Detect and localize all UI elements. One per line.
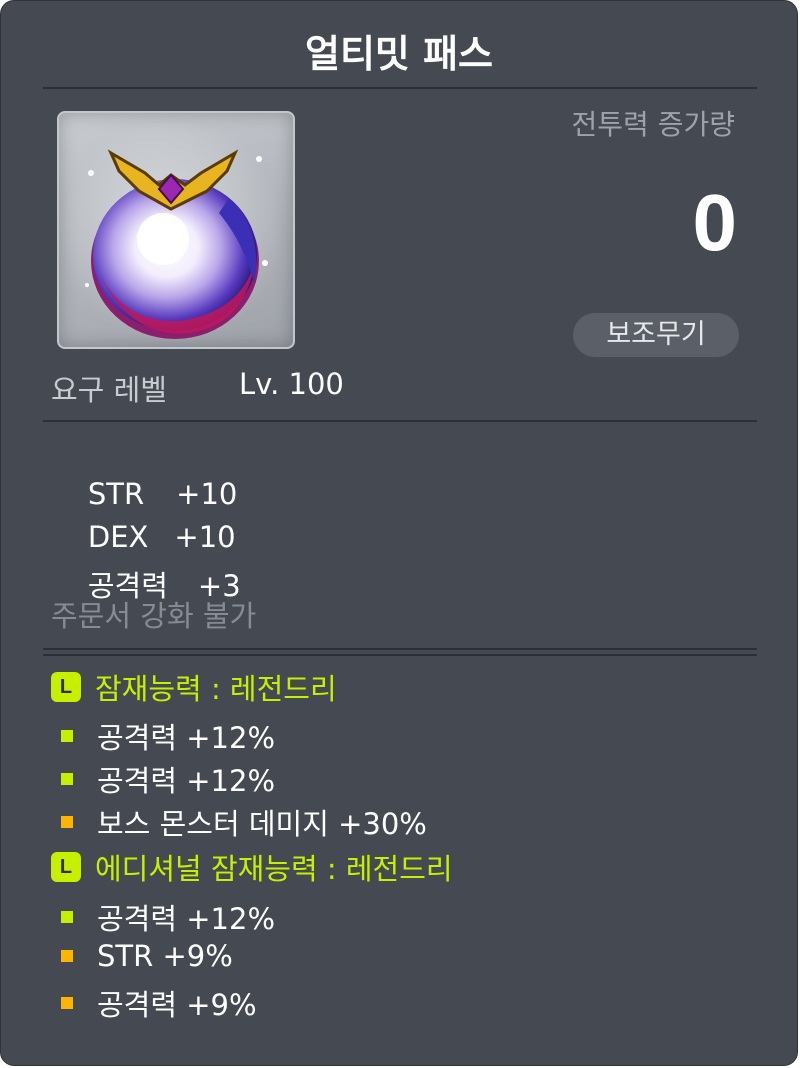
item-name: 얼티밋 패스 [304, 32, 494, 76]
combat-power-value: 0 [692, 178, 738, 267]
potential-divider-top [43, 648, 757, 650]
potential-line-text: 공격력 +12% [97, 721, 276, 755]
gold-bullet-icon [61, 816, 73, 828]
category-badge: 보조무기 [573, 313, 739, 357]
potential-header: L 잠재능력 : 레전드리 [51, 671, 337, 706]
ultimate-pass-orb-icon [59, 119, 283, 343]
green-bullet-icon [61, 730, 73, 742]
additional-potential-line: 공격력 +9% [61, 982, 257, 1024]
combat-power-label: 전투력 증가량 [571, 108, 735, 141]
potential-divider-bottom [43, 654, 757, 656]
additional-potential-line-text: 공격력 +12% [97, 902, 276, 936]
additional-potential-line-text: 공격력 +9% [97, 988, 257, 1022]
legendary-grade-icon: L [51, 672, 81, 702]
green-bullet-icon [61, 911, 73, 923]
legendary-grade-icon: L [51, 852, 81, 882]
item-tooltip: 얼티밋 패스 전투력 증가량 0 보조무기 요구 레벨 Lv. 100 STR … [0, 0, 798, 1066]
potential-line-text: 보스 몬스터 데미지 +30% [97, 807, 427, 841]
additional-potential-header: L 에디셔널 잠재능력 : 레전드리 [51, 851, 453, 886]
potential-line: 공격력 +12% [61, 715, 275, 757]
potential-line-text: 공격력 +12% [97, 764, 276, 798]
potential-line: 보스 몬스터 데미지 +30% [61, 801, 427, 843]
stats-divider [43, 420, 757, 422]
additional-potential-line: STR +9% [61, 939, 233, 973]
required-level-label: 요구 레벨 [51, 373, 167, 407]
additional-potential-line-text: STR +9% [97, 939, 233, 973]
additional-potential-line: 공격력 +12% [61, 896, 275, 938]
potential-line: 공격력 +12% [61, 758, 275, 800]
potential-header-text: 잠재능력 : 레전드리 [95, 672, 337, 706]
title-divider [43, 87, 757, 89]
scroll-enhance-note: 주문서 강화 불가 [51, 599, 257, 633]
gold-bullet-icon [61, 950, 73, 962]
required-level-value: Lv. 100 [239, 367, 344, 401]
gold-bullet-icon [61, 997, 73, 1009]
item-icon-frame [57, 111, 295, 349]
additional-potential-header-text: 에디셔널 잠재능력 : 레전드리 [95, 852, 453, 886]
green-bullet-icon [61, 773, 73, 785]
